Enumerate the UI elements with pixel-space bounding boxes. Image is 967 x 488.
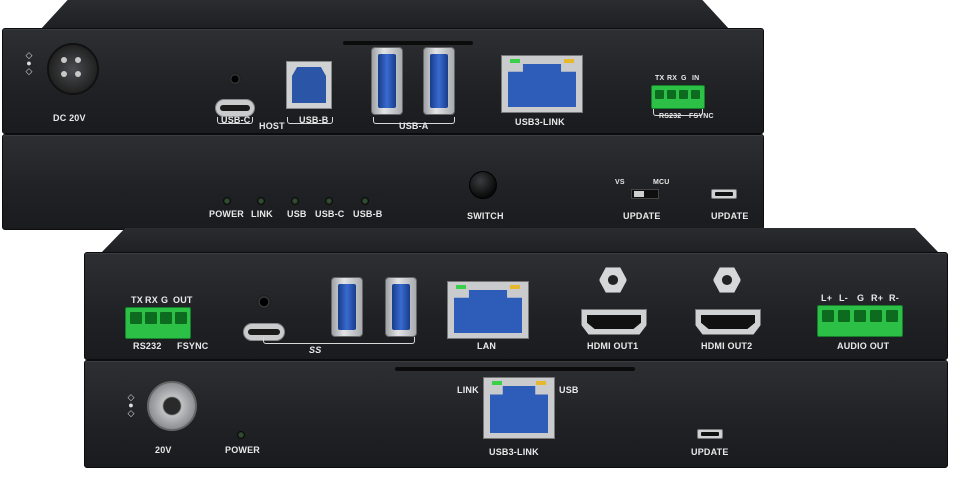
rs232-caption: RS232 — [659, 113, 682, 120]
led-label: POWER — [209, 209, 245, 219]
audio-pin-label: R- — [889, 293, 899, 303]
usb3-link-port[interactable] — [501, 55, 583, 113]
card-slot — [343, 41, 473, 45]
power-label: POWER — [225, 445, 261, 455]
fsync-caption: FSYNC — [689, 113, 714, 120]
hdmi-out2-port[interactable] — [695, 309, 761, 335]
bracket — [263, 337, 415, 344]
usba-label: USB-A — [399, 121, 429, 131]
usbc-led — [325, 197, 333, 205]
rs232-terminal-block[interactable] — [651, 85, 705, 109]
terminal-pin-label: OUT — [173, 295, 193, 305]
terminal-pin-label: IN — [692, 75, 700, 82]
hdmi-out2-label: HDMI OUT2 — [701, 341, 753, 351]
audio-pin-label: L+ — [821, 293, 833, 303]
terminal-pin-label: TX — [655, 75, 665, 82]
audio-pin-label: L- — [839, 293, 848, 303]
dc-label: 20V — [155, 445, 172, 455]
rs232-caption: RS232 — [133, 341, 162, 351]
audio-out-terminal[interactable] — [817, 305, 903, 337]
usba-port-2[interactable] — [385, 277, 417, 337]
usb3-link-label: USB3-LINK — [489, 447, 539, 457]
link-led — [257, 197, 265, 205]
audio-jack[interactable] — [229, 73, 241, 85]
terminal-pin-label: TX — [131, 295, 143, 305]
usba-port-1[interactable] — [331, 277, 363, 337]
switch-button[interactable] — [469, 171, 497, 199]
update-micro-usb[interactable] — [697, 429, 723, 439]
update-switch-label: UPDATE — [623, 211, 661, 221]
receiver-front-panel: ◇ ● ◇ 20V POWER LINK USB USB3-LINK UPDATE — [84, 360, 948, 468]
slide-left-label: VS — [615, 179, 625, 186]
usb3-link-port[interactable] — [483, 377, 555, 439]
usbc-label: USB-C — [221, 115, 251, 125]
hdmi1-lock-nut — [599, 267, 627, 293]
update-slide-switch[interactable] — [631, 189, 659, 199]
hdmi-out1-label: HDMI OUT1 — [587, 341, 639, 351]
power-led — [237, 431, 245, 439]
led-label: LINK — [251, 209, 273, 219]
dc-power-jack[interactable] — [147, 381, 197, 431]
terminal-pin-label: RX — [667, 75, 678, 82]
slide-right-label: MCU — [653, 179, 670, 186]
usb-ss-logo: SS — [309, 345, 322, 355]
rs232-terminal-block[interactable] — [125, 307, 191, 339]
transmitter-unit: ◇ ● ◇ DC 20V USB-C USB-B HOST USB-A USB3-L… — [0, 0, 766, 230]
link-led-label: LINK — [457, 385, 479, 395]
hdmi-out1-port[interactable] — [581, 309, 647, 335]
lan-label: LAN — [477, 341, 497, 351]
switch-label: SWITCH — [467, 211, 504, 221]
lan-port[interactable] — [447, 281, 529, 339]
update-label: UPDATE — [691, 447, 729, 457]
power-led — [223, 197, 231, 205]
host-label: HOST — [259, 121, 285, 131]
card-slot — [395, 367, 635, 371]
terminal-pin-label: G — [161, 295, 169, 305]
audio-jack[interactable] — [257, 295, 271, 309]
dc-power-jack[interactable] — [47, 43, 99, 95]
transmitter-front-panel: POWER LINK USB USB-C USB-B SWITCH VS MCU… — [2, 134, 764, 230]
terminal-pin-label: G — [681, 75, 687, 82]
receiver-rear-panel: TX RX G OUT RS232 FSYNC SS LAN HDMI OUT1… — [84, 252, 948, 360]
audio-pin-label: R+ — [871, 293, 884, 303]
receiver-top-surface — [100, 228, 940, 254]
hdmi2-lock-nut — [713, 267, 741, 293]
usbb-port[interactable] — [286, 61, 332, 109]
terminal-pin-label: RX — [145, 295, 158, 305]
transmitter-top-surface — [40, 0, 730, 30]
usba-port-2[interactable] — [423, 47, 455, 115]
audio-pin-label: G — [857, 293, 865, 303]
transmitter-rear-panel: ◇ ● ◇ DC 20V USB-C USB-B HOST USB-A USB3-L… — [2, 28, 764, 134]
update-micro-usb[interactable] — [711, 189, 737, 199]
usb-led-label: USB — [559, 385, 579, 395]
usbb-led — [361, 197, 369, 205]
receiver-unit: TX RX G OUT RS232 FSYNC SS LAN HDMI OUT1… — [80, 228, 950, 470]
led-label: USB — [287, 209, 307, 219]
update-port-label: UPDATE — [711, 211, 749, 221]
led-label: USB-B — [353, 209, 383, 219]
polarity-icon: ◇ ● ◇ — [127, 392, 135, 418]
usbb-label: USB-B — [299, 115, 329, 125]
audio-out-label: AUDIO OUT — [837, 341, 890, 351]
fsync-caption: FSYNC — [177, 341, 209, 351]
usb3-link-label: USB3-LINK — [515, 117, 565, 127]
polarity-icon: ◇ ● ◇ — [25, 50, 33, 76]
usb-led — [291, 197, 299, 205]
dc-label: DC 20V — [53, 113, 86, 123]
led-label: USB-C — [315, 209, 345, 219]
usba-port-1[interactable] — [371, 47, 403, 115]
